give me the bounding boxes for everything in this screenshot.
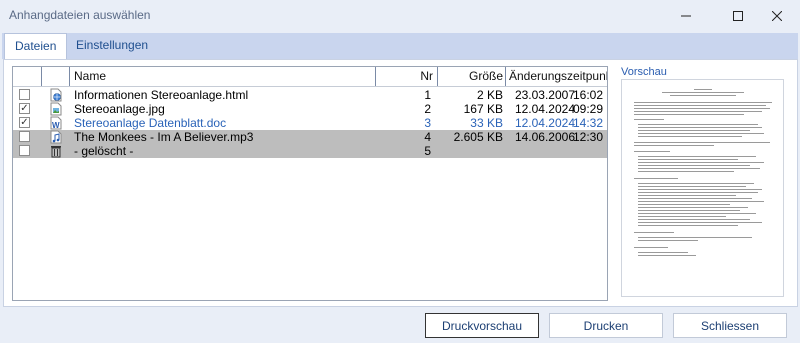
row-checkbox[interactable]: [19, 131, 30, 142]
file-name: The Monkees - Im A Believer.mp3: [74, 130, 254, 144]
file-date: 12.04.2024: [514, 116, 575, 130]
file-nr: 2: [424, 102, 431, 116]
row-checkbox[interactable]: ✓: [19, 103, 30, 114]
minimize-button[interactable]: [663, 0, 709, 32]
window-title: Anhangdateien auswählen: [9, 8, 151, 22]
preview-label: Vorschau: [621, 66, 667, 78]
column-header-nr[interactable]: Nr: [379, 67, 433, 86]
print-preview-button[interactable]: Druckvorschau: [425, 313, 539, 338]
word-document-icon: W: [50, 116, 62, 130]
audio-file-icon: [50, 130, 62, 144]
column-separator[interactable]: [437, 67, 438, 86]
file-date: 14.06.2006: [514, 130, 575, 144]
list-row-selected[interactable]: - gelöscht - 5: [13, 144, 607, 158]
file-nr: 1: [424, 88, 431, 102]
row-checkbox[interactable]: ✓: [19, 117, 30, 128]
list-row[interactable]: Informationen Stereoanlage.html 1 2 KB 2…: [13, 88, 607, 102]
row-checkbox[interactable]: [19, 145, 30, 156]
file-time: 09:29: [573, 102, 604, 116]
image-file-icon: [50, 102, 62, 116]
list-row[interactable]: ✓ Stereoanlage.jpg 2 167 KB 12.04.2024 0…: [13, 102, 607, 116]
file-name: Stereoanlage.jpg: [74, 102, 165, 116]
row-checkbox[interactable]: [19, 89, 30, 100]
tab-dateien[interactable]: Dateien: [4, 33, 68, 60]
trash-icon: [51, 146, 61, 158]
close-window-button[interactable]: [754, 0, 800, 32]
file-size: 33 KB: [470, 116, 503, 130]
list-header: Name Nr Größe Änderungszeitpunkt: [13, 67, 607, 87]
file-date: 12.04.2024: [514, 102, 575, 116]
column-separator[interactable]: [375, 67, 376, 86]
file-date: 23.03.2007: [514, 88, 575, 102]
minimize-icon: [681, 15, 691, 17]
file-name: Informationen Stereoanlage.html: [74, 88, 249, 102]
file-size: 167 KB: [463, 102, 503, 116]
column-separator[interactable]: [505, 67, 506, 86]
file-size: 2 KB: [476, 88, 503, 102]
column-header-size[interactable]: Größe: [441, 67, 503, 86]
close-icon: [772, 11, 782, 21]
close-button[interactable]: Schliessen: [673, 313, 787, 338]
file-nr: 4: [424, 130, 431, 144]
tab-bar: Dateien Einstellungen: [2, 33, 798, 60]
file-nr: 5: [424, 144, 431, 158]
file-time: 14:32: [573, 116, 604, 130]
svg-text:W: W: [52, 121, 60, 130]
print-button[interactable]: Drucken: [549, 313, 663, 338]
file-size: 2.605 KB: [453, 130, 503, 144]
web-page-icon: [50, 88, 62, 102]
file-name: - gelöscht -: [74, 144, 134, 158]
file-name: Stereoanlage Datenblatt.doc: [74, 116, 227, 130]
column-header-name[interactable]: Name: [74, 67, 106, 86]
list-row[interactable]: ✓ W Stereoanlage Datenblatt.doc 3 33 KB …: [13, 116, 607, 130]
list-row-selected[interactable]: The Monkees - Im A Believer.mp3 4 2.605 …: [13, 130, 607, 144]
file-time: 12:30: [573, 130, 604, 144]
column-header-modified[interactable]: Änderungszeitpunkt: [509, 67, 607, 86]
tab-einstellungen[interactable]: Einstellungen: [66, 33, 158, 59]
column-separator[interactable]: [69, 67, 70, 86]
title-bar: Anhangdateien auswählen: [0, 0, 800, 32]
file-nr: 3: [424, 116, 431, 130]
column-separator[interactable]: [41, 67, 42, 86]
document-preview: [621, 79, 784, 297]
attachment-list[interactable]: Name Nr Größe Änderungszeitpunkt Informa…: [12, 66, 608, 301]
maximize-icon: [733, 11, 743, 21]
file-time: 16:02: [573, 88, 604, 102]
